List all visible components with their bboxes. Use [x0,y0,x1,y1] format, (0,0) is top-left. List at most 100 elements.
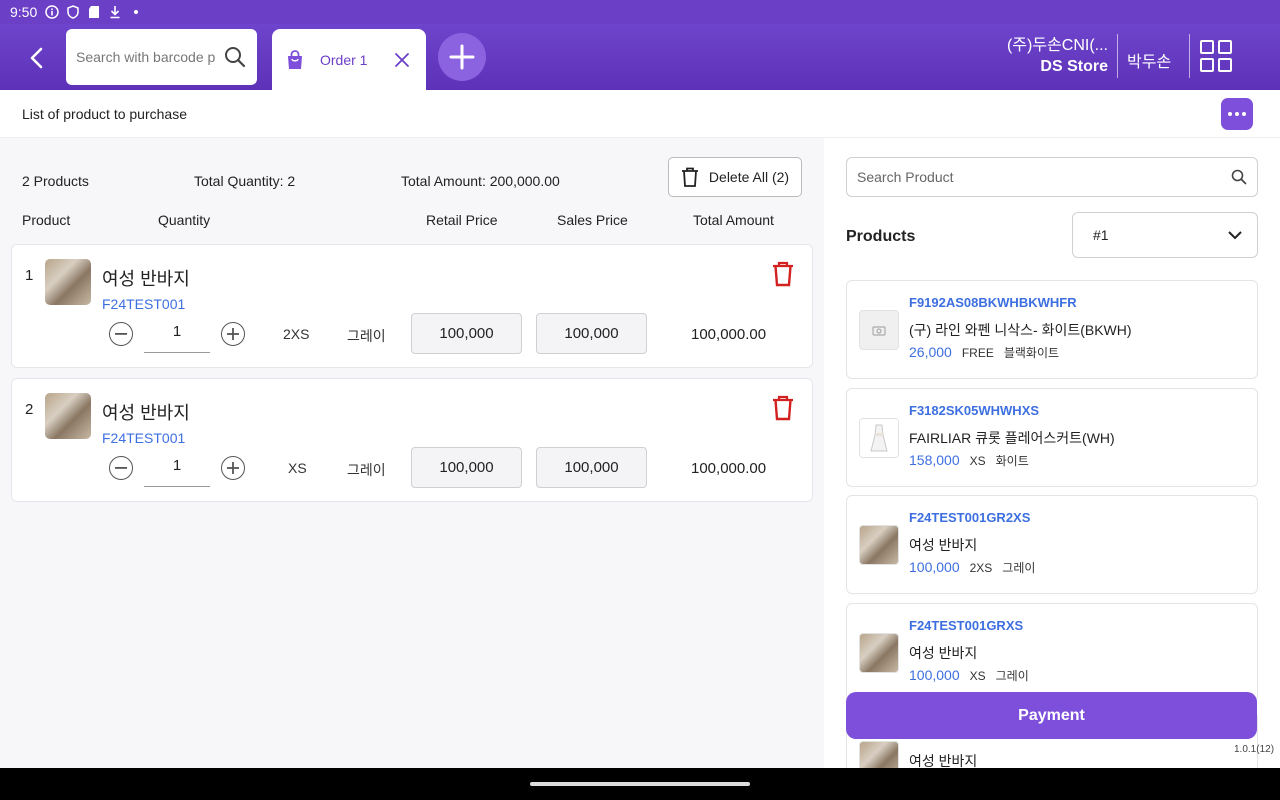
product-size: 2XS [969,561,993,575]
status-bar: 9:50 [0,0,1280,768]
plus-icon [227,462,239,474]
product-list-dropdown[interactable]: #1 [1072,212,1258,258]
minus-icon [115,467,127,469]
minus-icon [115,333,127,335]
product-search-box [846,157,1258,197]
product-list-item[interactable]: F3182SK05WHWHXS FAIRLIAR 큐롯 플레어스커트(WH) 1… [846,388,1258,487]
decrease-quantity-button[interactable] [109,322,133,346]
product-code: F24TEST001GRXS [909,618,1024,633]
product-list-item[interactable]: F24TEST001GR2XS 여성 반바지 100,000 2XS 그레이 [846,495,1258,594]
product-code: F3182SK05WHWHXS [909,403,1040,418]
product-size: FREE [961,346,994,360]
product-code: F24TEST001 [102,296,186,312]
search-icon[interactable] [1231,169,1247,185]
user-name: 박두손 [1127,54,1172,71]
product-list-item[interactable]: F24TEST001GRXS 여성 반바지 100,000 XS 그레이 [846,603,1258,702]
item-size: 2XS [283,326,310,342]
divider [1189,34,1190,78]
product-search-input[interactable] [857,169,1217,185]
item-color: 그레이 [347,328,386,344]
store-info: (주)두손CNI(... DS Store [1007,36,1108,78]
quantity-value[interactable]: 1 [144,313,210,353]
product-price: 26,000 [909,344,952,360]
product-color: 블랙화이트 [1003,346,1060,360]
page-title: List of product to purchase [22,106,187,122]
item-size: XS [288,460,307,476]
payment-button[interactable]: Payment [846,692,1257,739]
col-retail-price: Retail Price [426,212,498,228]
product-thumbnail [859,525,899,565]
item-index: 1 [25,267,34,284]
product-name: 여성 반바지 [909,753,978,768]
product-price: 100,000 [909,667,960,683]
grid-menu-icon[interactable] [1200,40,1234,74]
app-bar: Order 1 (주)두손CNI(... DS Store 박두손 [0,24,1280,90]
trash-icon [681,167,698,187]
delete-item-button[interactable] [772,261,796,287]
close-icon [395,52,409,67]
product-name: (구) 라인 와펜 니삭스- 화이트(BKWH) [909,322,1132,338]
product-size: XS [969,669,986,683]
sd-card-icon [87,5,101,19]
trash-icon [773,395,793,421]
barcode-search-box [66,29,257,85]
product-thumbnail [859,418,899,458]
decrease-quantity-button[interactable] [109,456,133,480]
col-quantity: Quantity [158,212,211,228]
total-quantity: Total Quantity: 2 [194,173,296,189]
store-name: DS Store [1040,58,1108,75]
trash-icon [773,261,793,287]
back-arrow-icon [30,47,43,69]
more-options-button[interactable] [1221,98,1253,130]
item-color: 그레이 [347,462,386,478]
subheader: List of product to purchase [0,90,1280,138]
product-color: 그레이 [1002,561,1036,575]
dot-icon [129,5,143,19]
retail-price-field[interactable]: 100,000 [411,313,522,354]
product-thumbnail [45,393,91,439]
col-total-amount: Total Amount [693,212,774,228]
retail-price-field[interactable]: 100,000 [411,447,522,488]
barcode-search-input[interactable] [76,49,216,65]
item-total: 100,000.00 [691,326,767,343]
cart-item: 1 여성 반바지 F24TEST001 1 2XS 그레이 100,000 10… [11,244,813,368]
product-name: FAIRLIAR 큐롯 플레어스커트(WH) [909,430,1115,446]
col-product: Product [22,212,71,228]
product-thumbnail [859,741,899,768]
product-price: 158,000 [909,452,960,468]
search-icon[interactable] [223,45,247,69]
increase-quantity-button[interactable] [221,456,245,480]
product-name: 여성 반바지 [909,537,978,553]
app-version: 1.0.1(12) [1234,744,1275,755]
cart-item: 2 여성 반바지 F24TEST001 1 XS 그레이 100,000 100… [11,378,813,502]
product-size: XS [969,454,986,468]
back-button[interactable] [20,41,54,75]
home-gesture-handle[interactable] [530,782,750,786]
company-name: (주)두손CNI(... [1006,37,1108,54]
close-tab-button[interactable] [390,48,414,72]
product-panel: Products #1 F9192AS08BKWHBKWHFR (구) 라인 와… [824,138,1280,768]
product-list-item[interactable]: F9192AS08BKWHBKWHFR (구) 라인 와펜 니삭스- 화이트(B… [846,280,1258,379]
add-tab-button[interactable] [438,33,486,81]
quantity-value[interactable]: 1 [144,447,210,487]
info-icon [45,5,59,19]
product-thumbnail [859,633,899,673]
shield-icon [66,5,80,19]
products-count: 2 Products [22,173,89,189]
sales-price-field[interactable]: 100,000 [536,313,647,354]
cart-panel: 2 Products Total Quantity: 2 Total Amoun… [0,138,824,768]
delete-all-button[interactable]: Delete All (2) [668,157,802,197]
system-navigation-bar [0,768,1280,800]
tab-order-1[interactable]: Order 1 [272,29,426,90]
increase-quantity-button[interactable] [221,322,245,346]
placeholder-image-icon [859,310,899,350]
chevron-down-icon [1227,230,1243,240]
product-code: F24TEST001 [102,430,186,446]
delete-item-button[interactable] [772,395,796,421]
product-code: F24TEST001GR2XS [909,510,1031,525]
dropdown-value: #1 [1093,227,1109,243]
product-code: F9192AS08BKWHBKWHFR [909,295,1077,310]
sales-price-field[interactable]: 100,000 [536,447,647,488]
product-name: 여성 반바지 [909,645,978,661]
item-total: 100,000.00 [691,460,767,477]
